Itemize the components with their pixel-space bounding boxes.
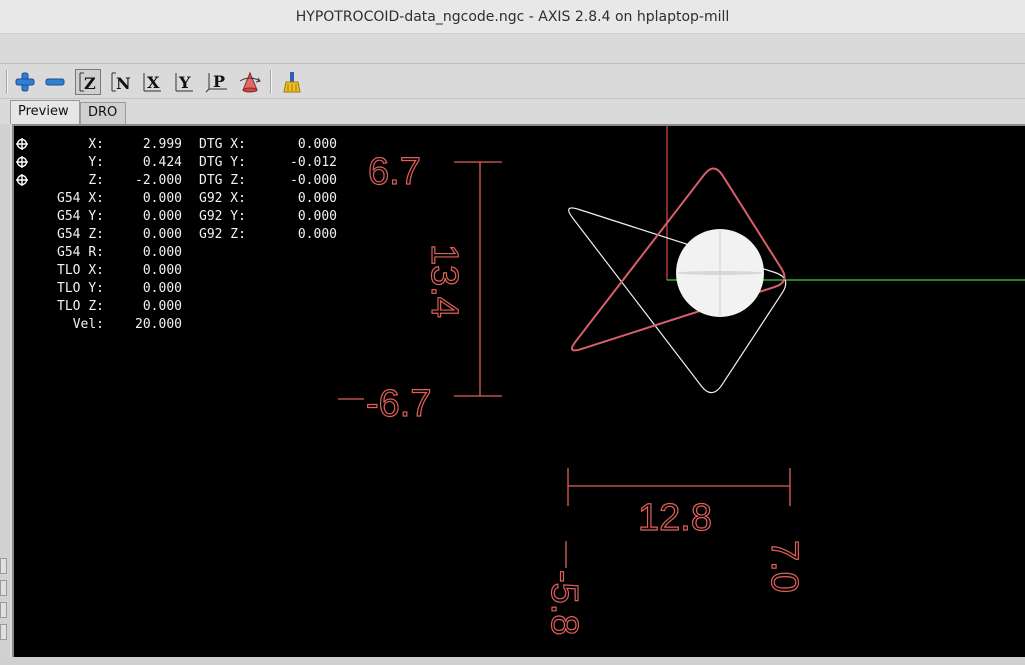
- dro-label: TLO Y:: [57, 281, 104, 296]
- dro-label-2: DTG X:: [199, 137, 246, 152]
- zoom-in-button[interactable]: [12, 69, 38, 95]
- dro-label: TLO X:: [57, 263, 104, 278]
- dro-value-2: 0.000: [297, 209, 337, 224]
- dro-value: 0.000: [142, 299, 182, 314]
- zoom-out-button[interactable]: [42, 69, 68, 95]
- y-min-label: -6.7: [366, 383, 431, 425]
- clear-backplot-button[interactable]: [279, 69, 305, 95]
- dro-value: 0.424: [142, 155, 182, 170]
- homed-icon: [16, 156, 28, 168]
- dro-value-2: 0.000: [297, 137, 337, 152]
- dro-label: Y:: [88, 155, 104, 170]
- side-panel-edge: [0, 124, 10, 665]
- dro-value: 0.000: [142, 245, 182, 260]
- toolbar: Z N X Y P: [0, 65, 1025, 99]
- y-max-label: 6.7: [368, 151, 421, 193]
- rotate-view-button[interactable]: [237, 69, 263, 95]
- view-z-button[interactable]: Z: [75, 69, 101, 95]
- z-view-icon: Z: [79, 72, 96, 93]
- dro-value-2: 0.000: [297, 227, 337, 242]
- dro-label: G54 Y:: [57, 209, 104, 224]
- x-range-label: 12.8: [638, 497, 712, 539]
- side-panel-handle[interactable]: [0, 602, 7, 618]
- homed-icon: [16, 174, 28, 186]
- dro-value: 0.000: [142, 263, 182, 278]
- view-z-rotated-button[interactable]: N: [107, 69, 133, 95]
- dro-label-2: G92 Z:: [199, 227, 246, 242]
- svg-text:P: P: [213, 72, 225, 91]
- side-panel-handle[interactable]: [0, 580, 7, 596]
- minus-icon: [45, 78, 65, 86]
- dro-label: TLO Z:: [57, 299, 104, 314]
- x-min-label: -5.8: [543, 570, 585, 635]
- dro-value-2: -0.000: [290, 173, 337, 188]
- dro-value: 0.000: [142, 281, 182, 296]
- dro-label: G54 R:: [57, 245, 104, 260]
- plus-icon: [15, 72, 35, 92]
- window-title: HYPOTROCOID-data_ngcode.ngc - AXIS 2.8.4…: [0, 0, 1025, 34]
- dro-value: 0.000: [142, 227, 182, 242]
- svg-text:N: N: [116, 74, 131, 93]
- dro-label: X:: [88, 137, 104, 152]
- z-rotated-view-icon: N: [111, 72, 131, 93]
- dro-value: 0.000: [142, 191, 182, 206]
- broom-icon: [283, 72, 301, 93]
- dro-label-2: G92 X:: [199, 191, 246, 206]
- side-panel-handle[interactable]: [0, 558, 7, 574]
- dro-value: -2.000: [135, 173, 182, 188]
- dro-value: 0.000: [142, 209, 182, 224]
- view-perspective-button[interactable]: P: [204, 69, 230, 95]
- dro-label-2: DTG Z:: [199, 173, 246, 188]
- tab-preview[interactable]: Preview: [10, 100, 80, 124]
- dro-label-2: G92 Y:: [199, 209, 246, 224]
- dro-value: 20.000: [135, 317, 182, 332]
- x-view-icon: X: [143, 73, 161, 92]
- status-strip: [0, 657, 1025, 665]
- y-range-label: 13.4: [423, 244, 465, 318]
- side-panel-handle[interactable]: [0, 624, 7, 640]
- dro-value-2: -0.012: [290, 155, 337, 170]
- dro-label: G54 Z:: [57, 227, 104, 242]
- dro-value-2: 0.000: [297, 191, 337, 206]
- dro-value: 2.999: [142, 137, 182, 152]
- view-y-button[interactable]: Y: [171, 69, 197, 95]
- homed-icon: [16, 138, 28, 150]
- toolbar-separator: [270, 70, 272, 94]
- dro-label: Z:: [88, 173, 104, 188]
- dro-label-2: DTG Y:: [199, 155, 246, 170]
- perspective-view-icon: P: [205, 72, 227, 93]
- svg-text:Y: Y: [178, 73, 191, 92]
- toolbar-separator: [6, 70, 8, 94]
- view-x-button[interactable]: X: [139, 69, 165, 95]
- x-max-label: 7.0: [763, 540, 805, 593]
- y-view-icon: Y: [175, 73, 193, 92]
- svg-text:X: X: [147, 73, 160, 92]
- tab-dro[interactable]: DRO: [80, 102, 126, 124]
- menu-bar: [0, 34, 1025, 64]
- dro-label: Vel:: [72, 317, 104, 332]
- dro-label: G54 X:: [57, 191, 104, 206]
- preview-canvas[interactable]: 6.7 13.4 -6.7 12.8 -5.8 7.0 X: 2.999 DTG X…: [12, 124, 1025, 657]
- y-extent-dimension: [338, 161, 502, 400]
- cone-icon: [239, 71, 261, 93]
- svg-text:Z: Z: [84, 74, 96, 93]
